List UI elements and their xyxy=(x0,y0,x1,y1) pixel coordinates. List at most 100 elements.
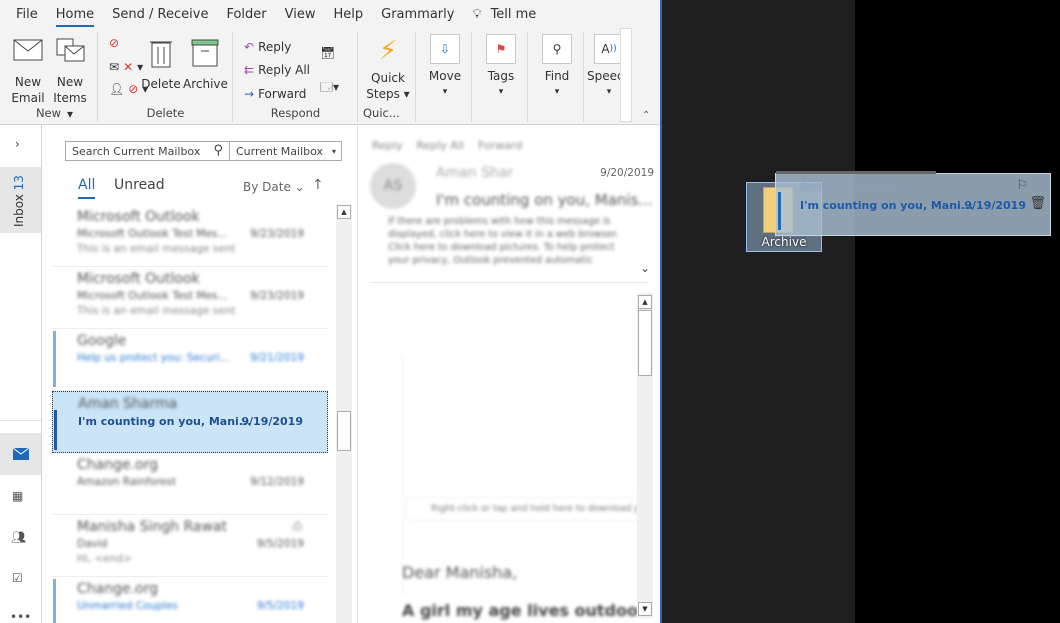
more-nav-icon[interactable]: ••• xyxy=(10,610,31,623)
reading-reply-all[interactable]: Reply All xyxy=(416,139,464,152)
filter-all[interactable]: All xyxy=(78,177,96,199)
message-date: 9/5/2019 xyxy=(256,538,304,550)
new-email-button[interactable]: New Email xyxy=(8,38,48,106)
message-date: 9/21/2019 xyxy=(250,352,304,364)
meeting-reply-button[interactable]: 📅︎ xyxy=(320,46,335,60)
tab-folder[interactable]: Folder xyxy=(226,7,266,22)
message-list: Microsoft Outlook Microsoft Outlook Test … xyxy=(42,205,336,623)
message-list-item[interactable]: Change.org Unmarried Couples 9/5/2019 xyxy=(52,577,328,623)
envelope-icon xyxy=(13,39,43,61)
reading-reply[interactable]: Reply xyxy=(372,139,402,152)
people-nav-icon[interactable]: 👥︎ xyxy=(11,530,26,544)
quick-steps-button[interactable]: ⚡︎ Quick Steps ▾ xyxy=(363,36,413,102)
move-button[interactable]: ⇩ Move ▾ xyxy=(423,34,467,100)
message-sender: Aman Sharma xyxy=(78,396,178,412)
message-sender: Change.org xyxy=(77,581,159,597)
info-bar[interactable]: If there are problems with how this mess… xyxy=(388,215,638,267)
body-text: A girl my age lives outdoors worki xyxy=(402,601,638,620)
inbox-folder-tab[interactable]: Inbox 13 xyxy=(0,167,41,233)
message-date: 9/12/2019 xyxy=(250,476,304,488)
find-button[interactable]: ⚲ Find ▾ xyxy=(535,34,579,100)
group-label-delete: Delete xyxy=(146,106,185,120)
group-quick-steps: ⚡︎ Quick Steps ▾ Quic... xyxy=(359,32,416,122)
message-subject: I'm counting on you, Mani... xyxy=(78,415,252,428)
collapse-ribbon-icon[interactable]: ⌃ xyxy=(642,110,650,121)
archive-box-icon xyxy=(191,39,219,67)
lightbulb-icon: 💡︎ xyxy=(472,6,482,22)
reading-actions: Reply Reply All Forward xyxy=(372,139,522,152)
lightning-icon: ⚡︎ xyxy=(378,36,398,66)
ribbon-tabs: File Home Send / Receive Folder View Hel… xyxy=(0,0,660,28)
new-items-icon xyxy=(56,38,85,62)
tab-view[interactable]: View xyxy=(285,7,316,22)
group-delete: ⊘ ✉ ✕ ▾ 👤︎ ⊘ ▾ Delete Archive Delete xyxy=(99,32,233,122)
message-list-item[interactable]: Manisha Singh Rawat David 9/5/2019 Hi, <end… xyxy=(52,515,328,577)
message-list-item[interactable]: Microsoft Outlook Microsoft Outlook Test … xyxy=(52,267,328,329)
search-input[interactable]: Search Current Mailbox ⚲ xyxy=(66,142,230,160)
message-sender: Manisha Singh Rawat xyxy=(77,519,227,535)
search-icon[interactable]: ⚲ xyxy=(213,143,223,158)
tasks-nav-icon[interactable]: ☑ xyxy=(12,571,23,585)
ribbon: New Email New Items ▾ New ⊘ ✉ ✕ ▾ 👤︎ ⊘ ▾ Delet… xyxy=(0,28,660,125)
move-icon: ⇩ xyxy=(430,34,460,64)
archive-target-label: Archive xyxy=(761,235,807,249)
sender-avatar: AS xyxy=(370,163,416,209)
message-list-item[interactable]: Google Help us protect you: Securi... 9/21… xyxy=(52,329,328,391)
tell-me-search[interactable]: Tell me xyxy=(491,7,537,22)
message-sender: Change.org xyxy=(77,457,159,473)
ribbon-scroll-right[interactable] xyxy=(620,28,632,122)
tab-send-receive[interactable]: Send / Receive xyxy=(112,7,208,22)
reply-all-button[interactable]: ⇇ Reply All xyxy=(244,63,310,77)
reading-scrollbar[interactable]: ▲ ▼ xyxy=(637,293,653,618)
archive-button[interactable]: Archive xyxy=(183,38,228,92)
reply-all-icon: ⇇ xyxy=(244,63,255,77)
delete-button[interactable]: Delete xyxy=(141,38,181,92)
message-list-scrollbar[interactable]: ▲ xyxy=(336,205,352,623)
message-preview: This is an email message sent xyxy=(77,305,236,317)
drag-preview: Aman Sharma I'm counting on you, Mani...… xyxy=(775,171,1051,236)
message-preview: This is an email message sent xyxy=(77,243,236,255)
tab-help[interactable]: Help xyxy=(333,7,363,22)
search-scope-dropdown[interactable]: Current Mailbox ▾ xyxy=(230,142,341,160)
search-icon: ⚲ xyxy=(542,34,572,64)
sort-by-date[interactable]: By Date ⌄ xyxy=(243,180,305,194)
group-find: ⚲ Find ▾ xyxy=(529,32,584,122)
forward-button[interactable]: → Forward xyxy=(244,87,306,101)
search-box: Search Current Mailbox ⚲ Current Mailbox ▾ xyxy=(65,141,342,161)
clean-up-button[interactable]: ✉ ✕ ▾ xyxy=(109,60,143,74)
filter-unread[interactable]: Unread xyxy=(114,177,165,193)
more-respond-button[interactable]: 🗔︎▾ xyxy=(320,78,339,99)
tags-button[interactable]: ⚑ Tags ▾ xyxy=(479,34,523,100)
drag-sender: Aman Sharma xyxy=(800,179,900,195)
desktop-background xyxy=(662,0,855,623)
ignore-button[interactable]: ⊘ xyxy=(109,36,119,50)
image-placeholder[interactable]: Right-click or tap and hold here to down… xyxy=(406,497,638,521)
flag-icon: ⚐ xyxy=(1016,178,1028,193)
tab-grammarly[interactable]: Grammarly xyxy=(381,7,454,22)
reading-forward[interactable]: Forward xyxy=(478,139,522,152)
message-list-item[interactable]: Microsoft Outlook Microsoft Outlook Test … xyxy=(52,205,328,267)
tab-file[interactable]: File xyxy=(16,7,38,22)
expand-folder-pane-icon[interactable]: › xyxy=(15,137,20,151)
mail-nav-button[interactable] xyxy=(0,433,41,475)
message-list-item-selected[interactable]: Aman Sharma I'm counting on you, Mani... 9… xyxy=(52,391,328,453)
message-sender: Google xyxy=(77,333,127,349)
group-tags: ⚑ Tags ▾ xyxy=(473,32,528,122)
scrollbar-thumb[interactable] xyxy=(337,411,351,451)
reply-button[interactable]: ↶ Reply xyxy=(244,40,291,54)
tab-home[interactable]: Home xyxy=(55,7,95,27)
sender-name: Aman Shar xyxy=(436,165,514,181)
message-list-pane: Search Current Mailbox ⚲ Current Mailbox ▾… xyxy=(42,125,358,623)
sort-direction-icon[interactable]: ↑ xyxy=(312,177,324,193)
greeting-text: Dear Manisha, xyxy=(402,563,518,582)
reading-pane: Reply Reply All Forward AS Aman Shar 9/2… xyxy=(358,125,660,623)
expand-header-icon[interactable]: ⌄ xyxy=(640,261,650,275)
message-body-image xyxy=(402,355,638,595)
message-sender: Microsoft Outlook xyxy=(77,271,200,287)
message-date: 9/23/2019 xyxy=(250,228,304,240)
trash-icon xyxy=(150,41,172,68)
message-list-item[interactable]: Change.org Amazon Rainforest 9/12/2019 xyxy=(52,453,328,515)
group-new: New Email New Items ▾ New xyxy=(0,32,98,122)
message-subject: David xyxy=(77,538,108,550)
calendar-nav-icon[interactable]: ▦ xyxy=(12,489,23,503)
